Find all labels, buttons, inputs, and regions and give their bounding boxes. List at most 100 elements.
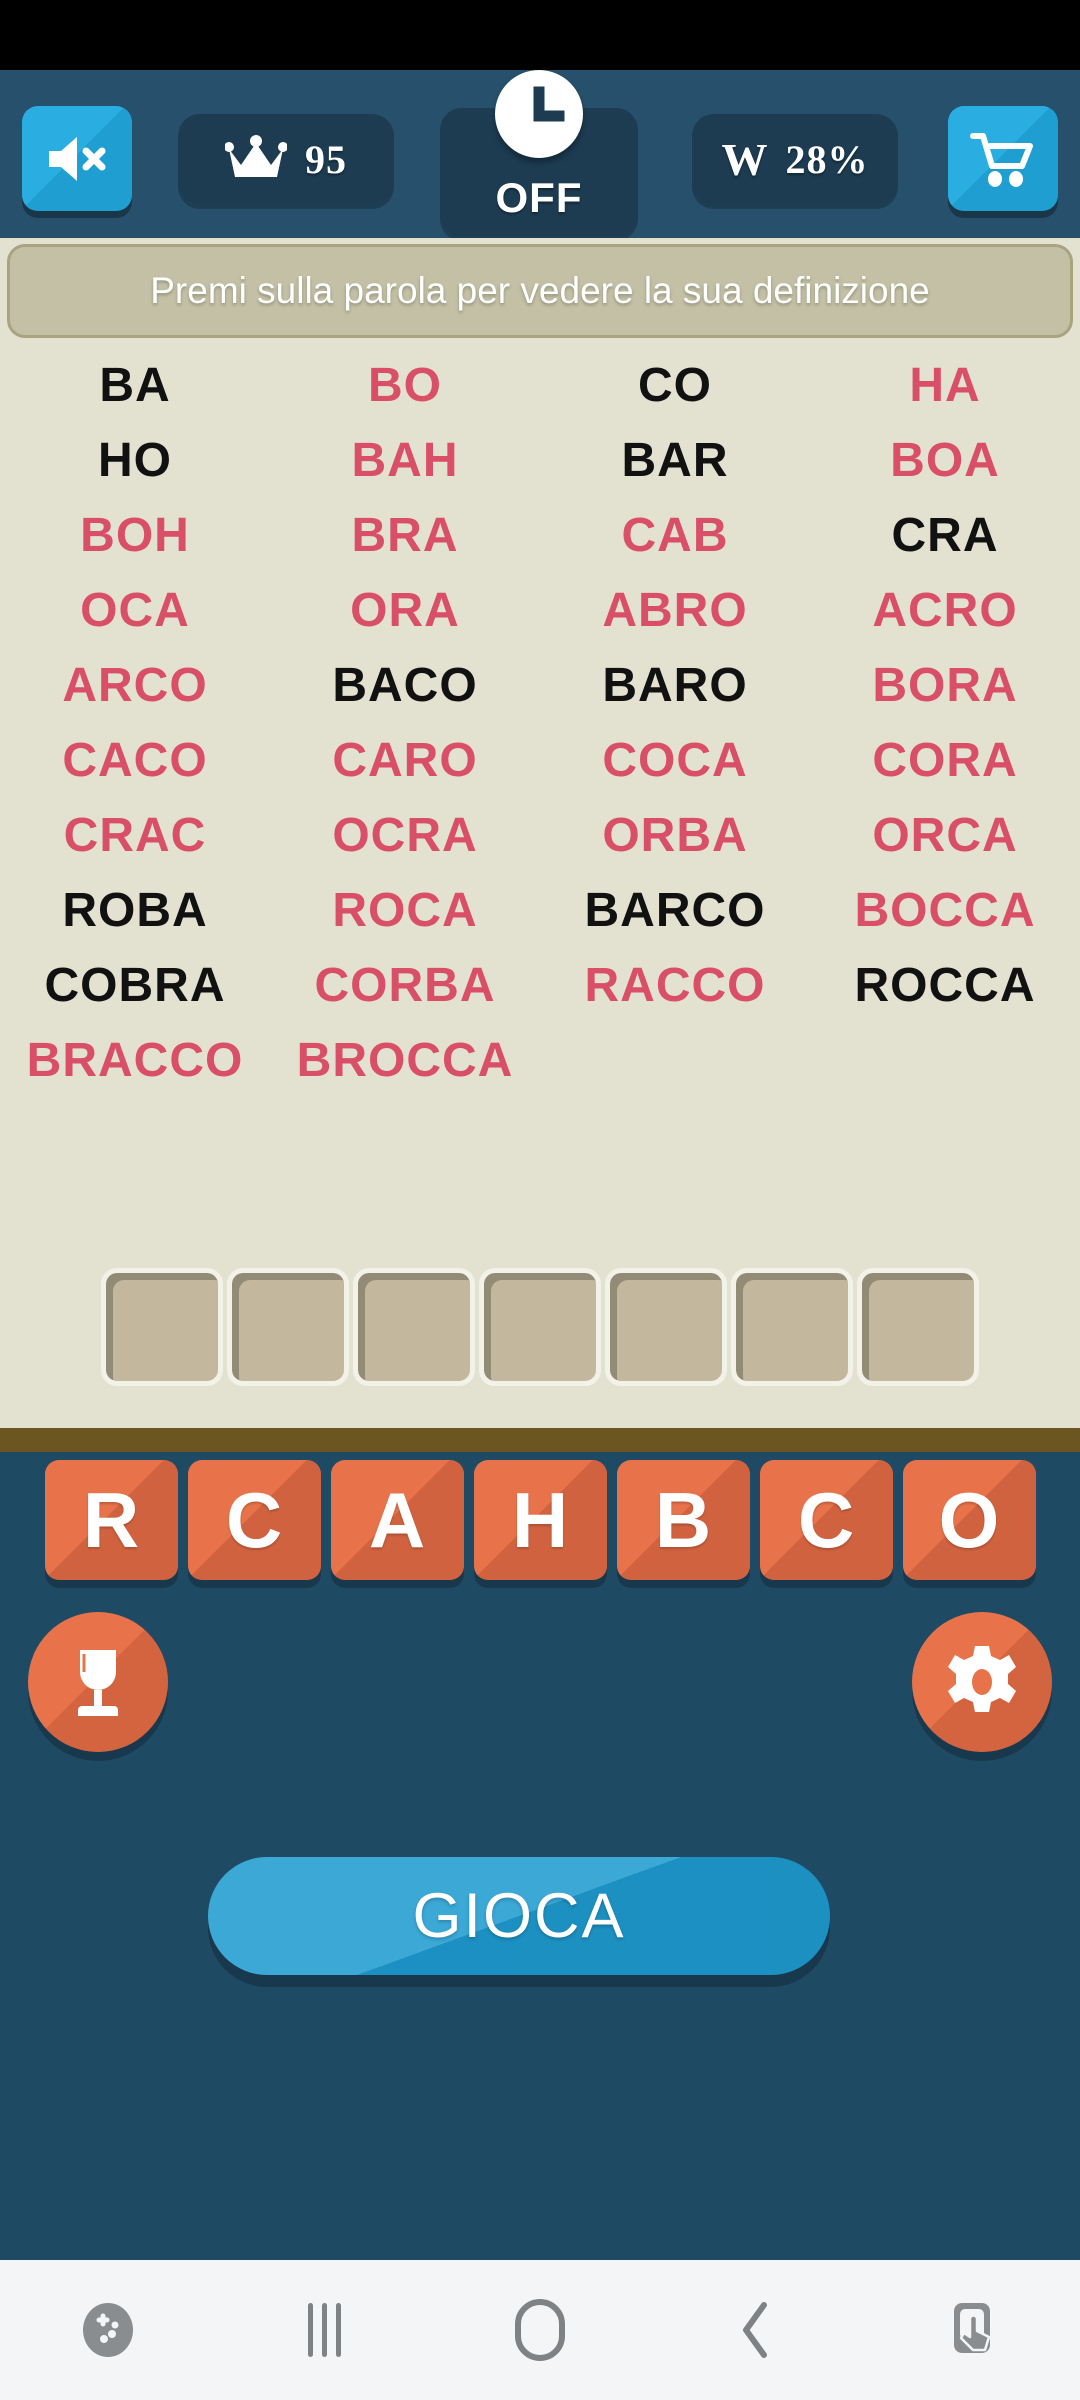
answer-slot[interactable]: [605, 1268, 727, 1386]
answer-slot-row: [0, 1268, 1080, 1386]
win-rate-badge[interactable]: W 28%: [692, 114, 898, 204]
letter-tile-label: H: [511, 1476, 569, 1564]
hint-text: Premi sulla parola per vedere la sua def…: [150, 270, 930, 311]
word-cell-empty: [540, 1023, 810, 1098]
crown-icon: [225, 135, 287, 183]
answer-slot[interactable]: [479, 1268, 601, 1386]
word-cell[interactable]: CRAC: [0, 798, 270, 873]
divider: [0, 1428, 1080, 1452]
mute-button[interactable]: [22, 106, 132, 211]
answer-slot[interactable]: [731, 1268, 853, 1386]
word-cell[interactable]: ABRO: [540, 573, 810, 648]
trophy-button[interactable]: [28, 1612, 168, 1752]
word-cell[interactable]: ARCO: [0, 648, 270, 723]
clock-icon: [495, 70, 583, 158]
word-cell[interactable]: ORCA: [810, 798, 1080, 873]
answer-slot[interactable]: [353, 1268, 475, 1386]
back-icon: [738, 2299, 774, 2361]
letter-tile-label: B: [654, 1476, 712, 1564]
word-cell[interactable]: BRA: [270, 498, 540, 573]
recents-icon: [307, 2303, 341, 2357]
letter-tile[interactable]: C: [187, 1460, 321, 1580]
word-cell[interactable]: CRA: [810, 498, 1080, 573]
nav-game-tools-button[interactable]: [0, 2260, 216, 2400]
word-cell[interactable]: BACO: [270, 648, 540, 723]
win-rate-value: 28%: [785, 136, 869, 182]
answer-slot[interactable]: [857, 1268, 979, 1386]
word-cell[interactable]: CARO: [270, 723, 540, 798]
game-tools-icon: [80, 2302, 136, 2358]
coins-value: 95: [305, 136, 347, 182]
word-cell[interactable]: CO: [540, 348, 810, 423]
word-cell[interactable]: COCA: [540, 723, 810, 798]
word-grid: BA BO CO HA HO BAH BAR BOA BOH BRA CAB CRA OCA ORA ABR…: [0, 348, 1080, 1098]
letter-tile[interactable]: B: [616, 1460, 750, 1580]
word-cell[interactable]: HO: [0, 423, 270, 498]
word-cell[interactable]: BROCCA: [270, 1023, 540, 1098]
speaker-mute-icon: [45, 131, 109, 187]
letter-tile[interactable]: C: [759, 1460, 893, 1580]
word-cell[interactable]: BOH: [0, 498, 270, 573]
nav-home-button[interactable]: [432, 2260, 648, 2400]
letter-tile-row: RCAHBCO: [0, 1460, 1080, 1580]
settings-button[interactable]: [912, 1612, 1052, 1752]
play-button[interactable]: GIOCA: [208, 1857, 830, 1975]
word-cell[interactable]: ORA: [270, 573, 540, 648]
nav-touch-assist-button[interactable]: [864, 2260, 1080, 2400]
letter-tile-label: C: [797, 1476, 855, 1564]
word-cell[interactable]: HA: [810, 348, 1080, 423]
word-cell[interactable]: ACRO: [810, 573, 1080, 648]
nav-back-button[interactable]: [648, 2260, 864, 2400]
word-cell[interactable]: OCA: [0, 573, 270, 648]
word-cell[interactable]: BO: [270, 348, 540, 423]
word-cell[interactable]: BOA: [810, 423, 1080, 498]
word-cell[interactable]: RACCO: [540, 948, 810, 1023]
letter-tile[interactable]: R: [44, 1460, 178, 1580]
word-cell[interactable]: CORA: [810, 723, 1080, 798]
letter-tile-label: C: [225, 1476, 283, 1564]
shopping-cart-icon: [970, 130, 1036, 188]
word-cell[interactable]: ROBA: [0, 873, 270, 948]
word-cell[interactable]: BAR: [540, 423, 810, 498]
gear-icon: [944, 1644, 1020, 1720]
letter-tile[interactable]: H: [473, 1460, 607, 1580]
nav-recents-button[interactable]: [216, 2260, 432, 2400]
android-nav-bar: [0, 2260, 1080, 2400]
word-cell[interactable]: BARO: [540, 648, 810, 723]
answer-slot[interactable]: [227, 1268, 349, 1386]
word-cell[interactable]: BAH: [270, 423, 540, 498]
word-cell[interactable]: BOCCA: [810, 873, 1080, 948]
word-cell[interactable]: ORBA: [540, 798, 810, 873]
trophy-icon: [62, 1644, 134, 1720]
letter-tile[interactable]: A: [330, 1460, 464, 1580]
word-cell[interactable]: CAB: [540, 498, 810, 573]
word-cell[interactable]: BORA: [810, 648, 1080, 723]
word-cell[interactable]: ROCCA: [810, 948, 1080, 1023]
word-cell[interactable]: BARCO: [540, 873, 810, 948]
hint-banner[interactable]: Premi sulla parola per vedere la sua def…: [7, 244, 1073, 338]
word-cell[interactable]: CACO: [0, 723, 270, 798]
word-cell[interactable]: CORBA: [270, 948, 540, 1023]
coins-badge[interactable]: 95: [178, 114, 394, 204]
word-cell[interactable]: BRACCO: [0, 1023, 270, 1098]
status-bar: [0, 0, 1080, 70]
top-toolbar: 95 OFF W 28%: [0, 70, 1080, 238]
letter-tile-label: O: [938, 1476, 1000, 1564]
home-icon: [515, 2299, 565, 2361]
touch-assist-icon: [946, 2299, 998, 2361]
win-rate-letter: W: [721, 133, 768, 185]
timer-label: OFF: [495, 174, 583, 221]
word-cell[interactable]: ROCA: [270, 873, 540, 948]
word-cell-empty: [810, 1023, 1080, 1098]
word-cell[interactable]: OCRA: [270, 798, 540, 873]
shop-button[interactable]: [948, 106, 1058, 211]
letter-tile-label: A: [368, 1476, 426, 1564]
timer-button[interactable]: OFF: [440, 70, 638, 236]
word-cell[interactable]: COBRA: [0, 948, 270, 1023]
letter-tile-label: R: [82, 1476, 140, 1564]
answer-slot[interactable]: [101, 1268, 223, 1386]
play-button-label: GIOCA: [412, 1881, 626, 1951]
letter-tile[interactable]: O: [902, 1460, 1036, 1580]
word-cell[interactable]: BA: [0, 348, 270, 423]
game-panel: Premi sulla parola per vedere la sua def…: [0, 238, 1080, 1428]
